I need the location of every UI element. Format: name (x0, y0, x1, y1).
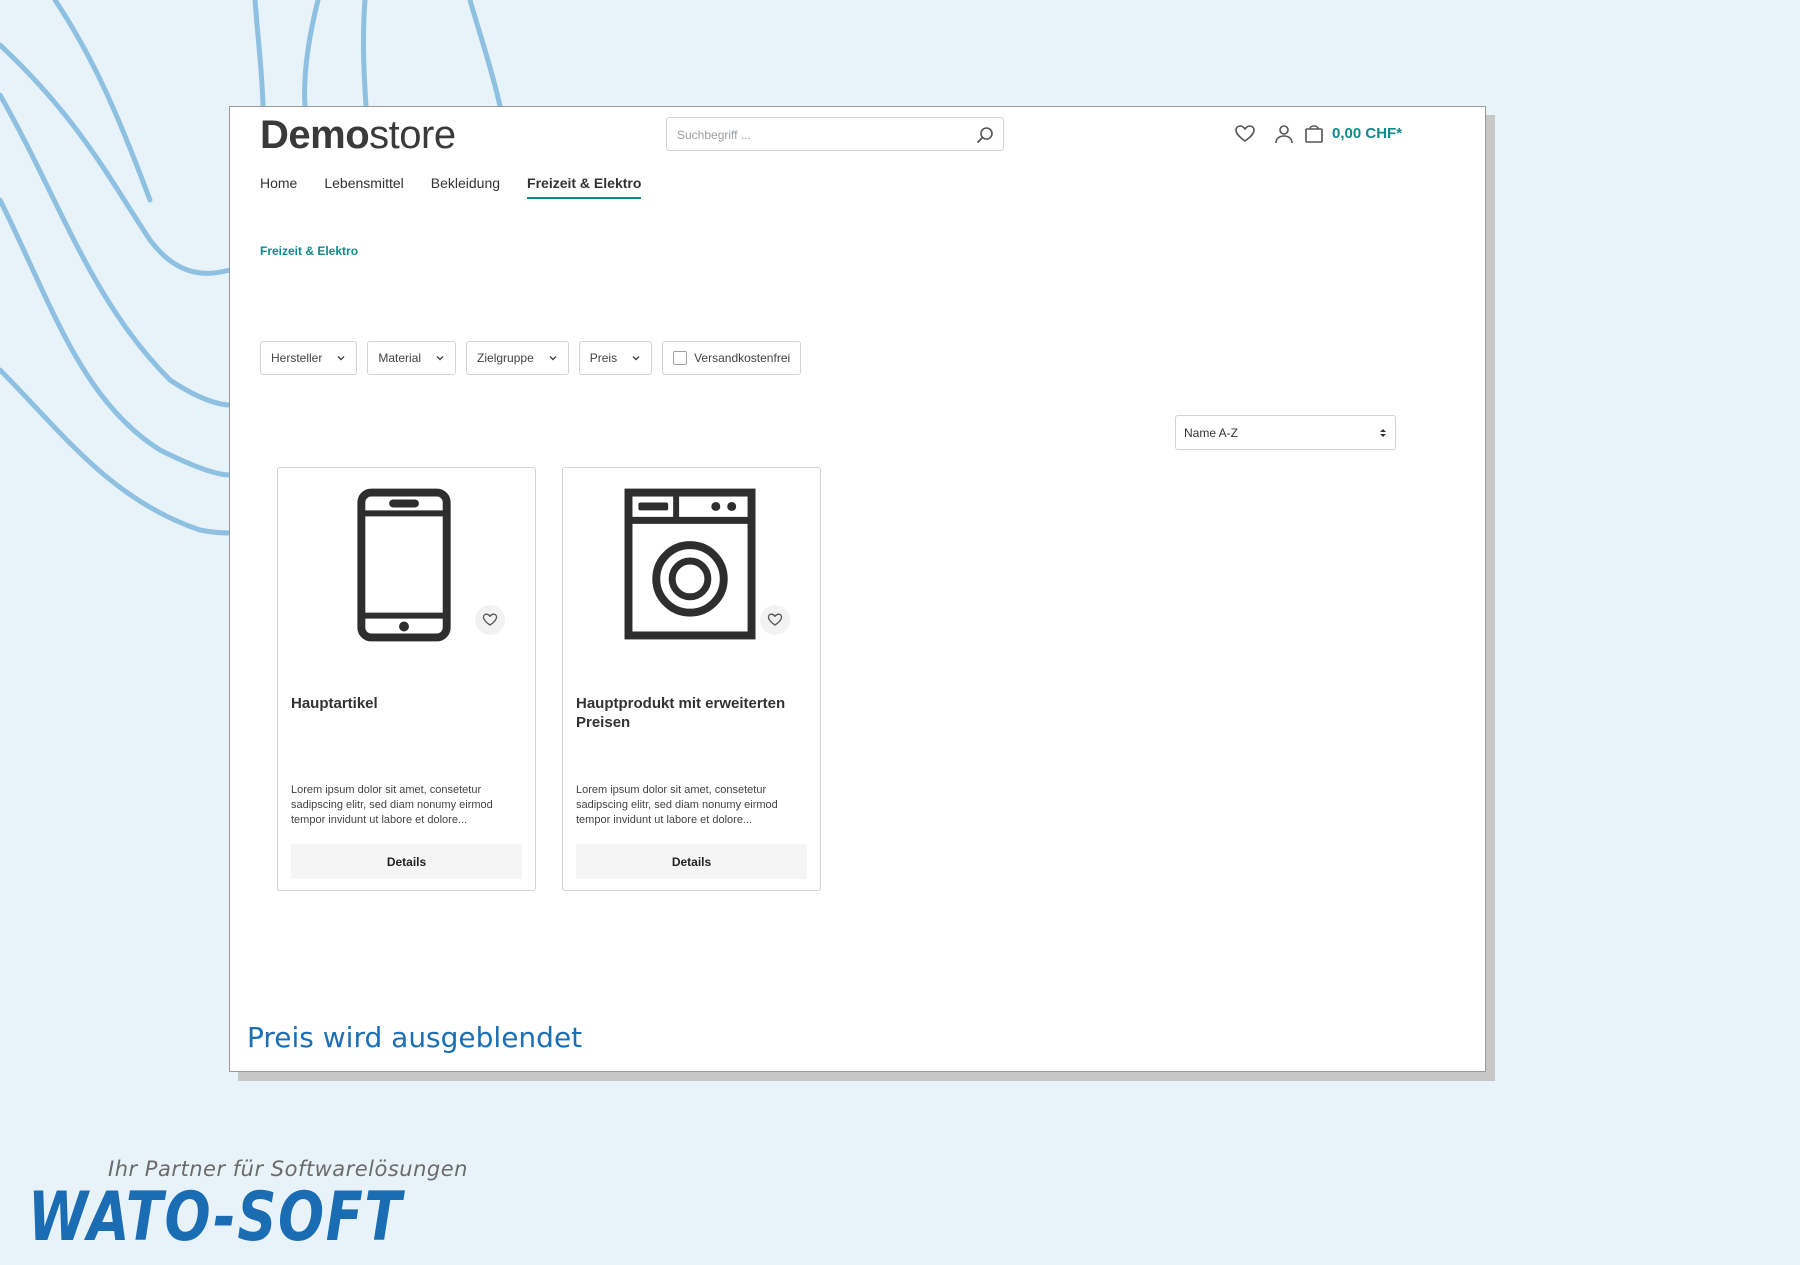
heart-icon (482, 613, 498, 626)
nav-item-bekleidung[interactable]: Bekleidung (431, 175, 500, 199)
svg-text:WATO-SOFT: WATO-SOFT (28, 1186, 405, 1246)
filter-zielgruppe[interactable]: Zielgruppe (466, 341, 569, 375)
demostore-logo[interactable]: Demostore (260, 113, 456, 158)
caption-text: Preis wird ausgeblendet (247, 1021, 583, 1054)
chevron-down-icon (436, 356, 444, 361)
main-navigation: Home Lebensmittel Bekleidung Freizeit & … (260, 175, 668, 199)
filter-label: Versandkostenfrei (694, 351, 791, 365)
add-to-wishlist-button[interactable] (475, 605, 505, 635)
filter-preis[interactable]: Preis (578, 341, 653, 375)
logo-bold-text: Demo (260, 113, 370, 157)
sort-select[interactable]: Name A-Z (1175, 415, 1396, 450)
filter-label: Hersteller (271, 351, 323, 365)
sort-selected-value: Name A-Z (1184, 425, 1239, 440)
product-card[interactable]: Hauptartikel Lorem ipsum dolor sit amet,… (277, 467, 536, 891)
logo-light-text: store (369, 113, 456, 157)
filter-label: Preis (589, 351, 618, 365)
shop-screenshot-window: Demostore 0,00 CHF* Home Lebensmittel Be… (229, 106, 1486, 1072)
search-icon[interactable] (976, 126, 994, 144)
wishlist-heart-icon[interactable] (1234, 123, 1256, 145)
nav-item-lebensmittel[interactable]: Lebensmittel (324, 175, 403, 199)
filter-material[interactable]: Material (367, 341, 457, 375)
details-button[interactable]: Details (291, 844, 522, 879)
shopping-bag-icon[interactable] (1303, 122, 1325, 144)
chevron-down-icon (549, 356, 557, 361)
chevron-down-icon (632, 356, 640, 361)
breadcrumb[interactable]: Freizeit & Elektro (260, 244, 358, 258)
account-user-icon[interactable] (1273, 123, 1295, 145)
product-title[interactable]: Hauptprodukt mit erweiterten Preisen (576, 694, 806, 732)
filter-label: Material (378, 351, 422, 365)
filter-hersteller[interactable]: Hersteller (260, 341, 358, 375)
brand-tagline: Ihr Partner für Softwarelösungen (108, 1157, 468, 1181)
product-description: Lorem ipsum dolor sit amet, consetetur s… (291, 784, 493, 826)
product-title[interactable]: Hauptartikel (291, 694, 521, 713)
nav-item-home[interactable]: Home (260, 175, 297, 199)
search-bar (666, 117, 1004, 151)
filter-panel: Hersteller Material Zielgruppe Preis Ver… (260, 341, 802, 375)
search-input[interactable] (675, 124, 969, 146)
filter-label: Zielgruppe (477, 351, 534, 365)
product-card[interactable]: Hauptprodukt mit erweiterten Preisen Lor… (562, 467, 821, 891)
versandkostenfrei-checkbox[interactable] (673, 351, 688, 365)
filter-versandkostenfrei[interactable]: Versandkostenfrei (662, 341, 802, 375)
details-button[interactable]: Details (576, 844, 807, 879)
product-description: Lorem ipsum dolor sit amet, consetetur s… (576, 784, 778, 826)
cart-total[interactable]: 0,00 CHF* (1332, 125, 1402, 142)
select-arrows-icon (1380, 429, 1386, 437)
chevron-down-icon (337, 356, 345, 361)
heart-icon (767, 613, 783, 626)
add-to-wishlist-button[interactable] (760, 605, 790, 635)
nav-item-freizeit-elektro[interactable]: Freizeit & Elektro (527, 175, 642, 199)
wato-soft-logo: WATO-SOFT (28, 1186, 405, 1246)
